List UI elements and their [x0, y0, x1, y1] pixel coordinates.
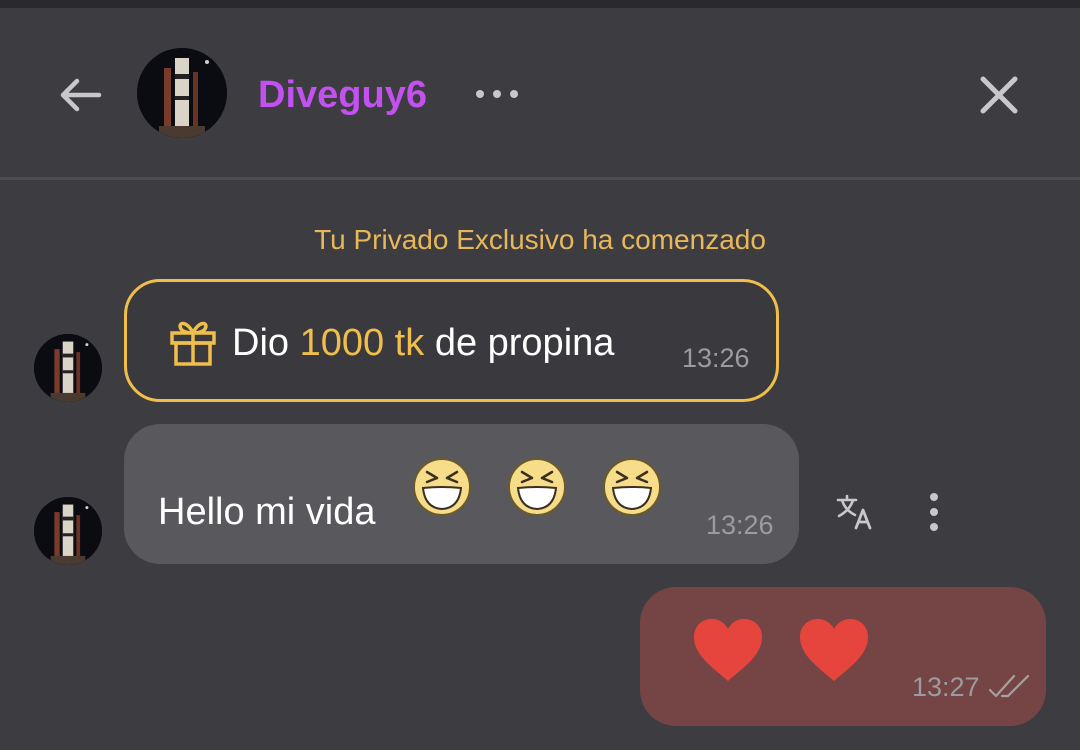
red-heart-emoji	[694, 619, 762, 681]
outgoing-message-bubble[interactable]: 13:27	[640, 587, 1046, 726]
avatar[interactable]	[34, 497, 102, 565]
red-heart-emoji	[800, 619, 868, 681]
chat-header: Diveguy6	[0, 8, 1080, 178]
message-text: Hello mi vida	[158, 491, 376, 533]
tip-amount: 1000 tk	[299, 322, 425, 364]
incoming-message-bubble[interactable]: Hello mi vida 13:26	[124, 424, 799, 564]
back-button[interactable]	[50, 70, 110, 120]
laughing-face-emoji	[508, 458, 566, 516]
read-double-check-icon	[988, 674, 1030, 698]
translate-button[interactable]	[830, 487, 880, 537]
gift-icon	[170, 321, 216, 366]
rocket-photo	[34, 497, 102, 565]
laughing-face-emoji	[603, 458, 661, 516]
rocket-photo	[34, 334, 102, 402]
close-button[interactable]	[970, 68, 1028, 122]
chat-username[interactable]: Diveguy6	[258, 72, 427, 118]
more-horizontal-icon	[476, 90, 518, 98]
laughing-face-emoji	[413, 458, 471, 516]
arrow-left-icon	[60, 78, 102, 112]
close-icon	[980, 76, 1018, 114]
tip-text: Dio 1000 tk de propina	[232, 320, 614, 366]
header-divider	[0, 177, 1080, 180]
avatar[interactable]	[137, 48, 227, 138]
message-timestamp: 13:27	[912, 672, 980, 702]
message-options-button[interactable]	[915, 487, 953, 537]
system-message: Tu Privado Exclusivo ha comenzado	[314, 224, 766, 255]
status-bar-strip	[0, 0, 1080, 8]
tip-prefix: Dio	[232, 322, 290, 364]
message-timestamp: 13:26	[682, 343, 750, 373]
translate-icon	[836, 494, 872, 530]
tip-suffix: de propina	[434, 322, 615, 364]
more-options-button[interactable]	[468, 76, 526, 112]
message-timestamp: 13:26	[706, 510, 774, 540]
avatar[interactable]	[34, 334, 102, 402]
more-vertical-icon	[930, 493, 938, 531]
rocket-photo	[137, 48, 227, 138]
tip-message-bubble[interactable]: Dio 1000 tk de propina 13:26	[124, 279, 779, 402]
